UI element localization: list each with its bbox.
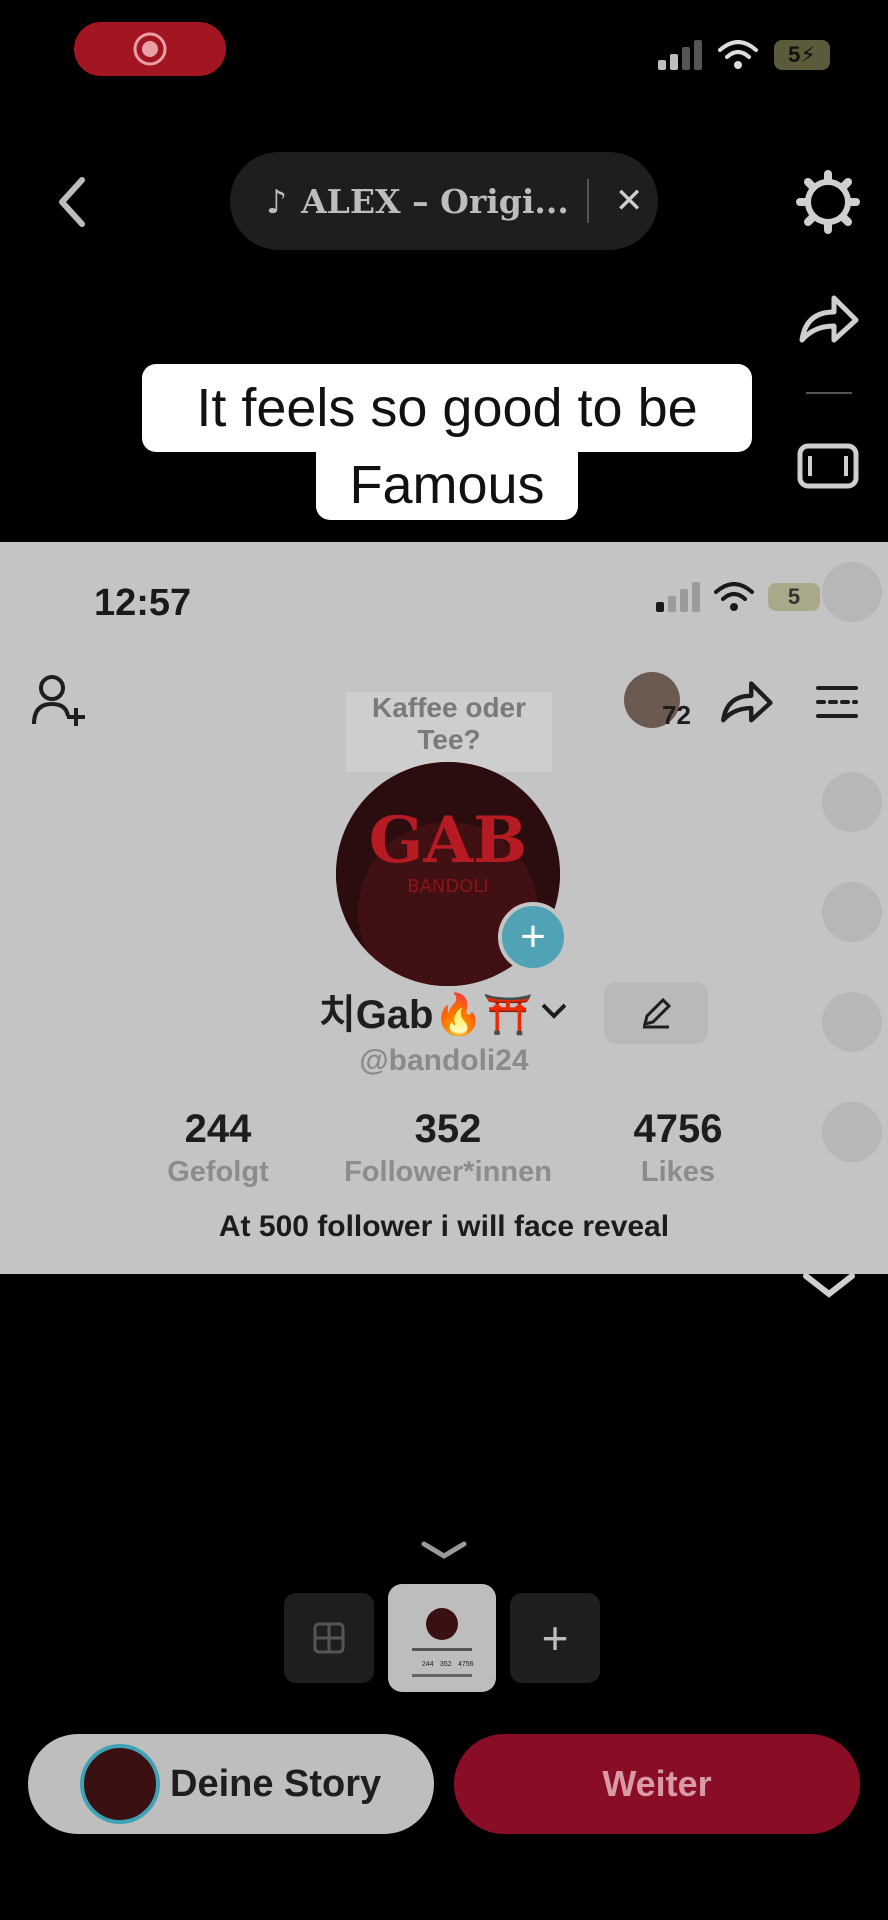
share-icon — [721, 681, 773, 723]
collapse-handle-icon[interactable] — [420, 1540, 468, 1560]
your-story-button[interactable]: Deine Story — [28, 1734, 434, 1834]
caption-text-2: Famous — [349, 455, 545, 515]
avatar-logo-text: GAB — [369, 803, 527, 878]
add-clip-button[interactable]: + — [510, 1593, 600, 1683]
profile-name: 치Gab🔥⛩️ — [318, 993, 534, 1037]
wifi-icon — [714, 582, 754, 611]
wifi-icon — [718, 40, 758, 69]
stat-value: 4756 — [633, 1107, 723, 1151]
stat-label: Likes — [640, 1156, 716, 1188]
battery-level: 5 — [788, 42, 801, 67]
add-story-badge: + — [498, 902, 568, 972]
faded-icon — [822, 772, 882, 832]
pencil-icon — [642, 997, 672, 1029]
stat-label: Gefolgt — [167, 1156, 269, 1188]
profile-bio: At 500 follower i will face reveal — [218, 1210, 670, 1243]
music-note-icon: ♪ — [266, 181, 288, 221]
signal-icon — [656, 582, 700, 612]
stat-followers: 352 Follower*innen — [328, 1107, 568, 1189]
faded-icon — [822, 882, 882, 942]
screenshot-status-icons: 5 — [656, 582, 820, 612]
avatar-logo-subtext: BANDOLI — [407, 876, 489, 897]
question-popup: Kaffee oder Tee? — [346, 692, 552, 772]
share-icon[interactable] — [796, 290, 860, 346]
grid-icon — [313, 1622, 345, 1654]
tool-divider — [806, 392, 852, 394]
sound-label: ALEX – Origi... — [301, 181, 569, 221]
profile-handle: @bandoli24 — [359, 1044, 529, 1077]
status-time: 12:57 — [94, 582, 192, 624]
close-icon[interactable]: ✕ — [615, 181, 644, 221]
caption-line-1[interactable]: It feels so good to be — [142, 364, 752, 452]
back-icon[interactable] — [48, 170, 96, 234]
viewer-count: 72 — [662, 700, 691, 730]
divider — [586, 179, 589, 223]
caption-text-1: It feels so good to be — [196, 378, 698, 438]
screen-record-icon — [133, 32, 167, 66]
thumb-stat: 4756 — [458, 1661, 474, 1668]
name-row: 치Gab🔥⛩️ — [0, 982, 888, 1040]
battery-level: 5 — [787, 584, 801, 609]
screen-record-indicator[interactable] — [74, 22, 226, 76]
stat-label: Follower*innen — [344, 1156, 552, 1188]
edit-profile-button — [604, 982, 708, 1044]
faded-icon — [822, 992, 882, 1052]
thumb-stat: 244 — [422, 1661, 434, 1668]
story-thumbnail[interactable]: 244 352 4756 — [388, 1584, 496, 1692]
sound-selector[interactable]: ♪ ALEX – Origi... ✕ — [230, 152, 658, 250]
profile-screenshot: 12:57 5 Kaffee oder Tee? 72 GAB BANDOLI … — [0, 542, 888, 1274]
story-label: Deine Story — [170, 1762, 382, 1805]
stat-likes: 4756 Likes — [558, 1107, 798, 1189]
next-label: Weiter — [602, 1763, 712, 1804]
add-friend-icon — [32, 675, 85, 726]
menu-icon — [816, 686, 858, 718]
story-thumbnails: 244 352 4756 + — [284, 1584, 600, 1692]
battery-icon: 5 ⚡ — [774, 40, 830, 70]
chevron-down-icon — [541, 1003, 567, 1019]
next-button[interactable]: Weiter — [454, 1734, 860, 1834]
settings-icon[interactable] — [796, 170, 860, 234]
story-avatar — [80, 1744, 160, 1824]
faded-icon — [822, 562, 882, 622]
thumb-stat: 352 — [440, 1661, 452, 1668]
faded-icon — [822, 1102, 882, 1162]
caption-line-2[interactable]: Famous — [316, 450, 578, 520]
system-status-icons: 5 ⚡ — [658, 40, 830, 70]
stat-value: 244 — [184, 1107, 252, 1151]
layout-button[interactable] — [284, 1593, 374, 1683]
stat-value: 352 — [414, 1107, 482, 1151]
chevron-down-icon[interactable] — [802, 1270, 856, 1300]
aspect-icon[interactable] — [796, 442, 860, 490]
signal-icon — [658, 40, 702, 70]
plus-icon: + — [541, 1612, 569, 1664]
stat-following: 244 Gefolgt — [98, 1107, 338, 1189]
battery-icon: 5 — [768, 583, 820, 611]
